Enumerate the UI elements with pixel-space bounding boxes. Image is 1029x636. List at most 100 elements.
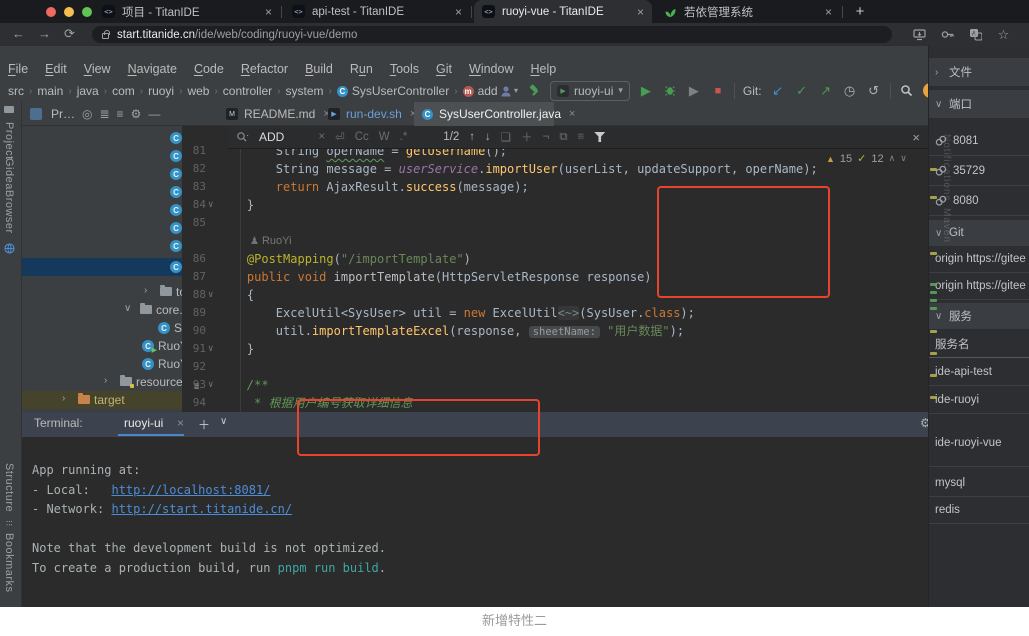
coverage-icon[interactable]: ▶ [686,82,702,100]
tab-close-icon[interactable]: × [825,5,832,19]
tree-row[interactable]: CS [22,147,182,165]
code-line[interactable]: 89 ExcelUtil<SysUser> util = new ExcelUt… [182,304,928,322]
breadcrumb-item[interactable]: ruoyi [148,84,174,98]
fold-marker-icon[interactable]: ∨ [208,286,213,304]
git-history-icon[interactable]: ◷ [842,82,858,100]
settings-gear-icon[interactable]: ⚙ [131,107,142,121]
code-line[interactable]: 92 [182,358,928,376]
find-bar[interactable]: ADD×⏎CcW.*1/2↑↓❏＋¬⧉≡× [228,126,928,149]
tool-window-button-structure[interactable]: Structure⁝⁝ [3,463,15,529]
maximize-window-icon[interactable] [82,7,92,17]
service-item[interactable]: redis [929,497,1029,524]
inspections-widget[interactable]: ▲15✓12∧∨ [826,152,907,165]
code-line[interactable]: 91∨ } [182,340,928,358]
git-remote-item[interactable]: origin https://gitee [929,273,1029,300]
menu-item-help[interactable]: Help [530,62,556,76]
breadcrumb-item[interactable]: src [8,84,24,98]
tree-row[interactable]: ∨core.co [22,301,182,319]
forward-icon[interactable]: → [38,26,51,41]
browser-tab[interactable]: 若依管理系统× [656,0,840,23]
warning-count[interactable]: 15 [840,153,852,165]
terminal-tab[interactable]: ruoyi-ui [124,416,163,430]
editor-tab-run-dev-sh[interactable]: ▶run-dev.sh× [320,102,412,126]
fold-marker-icon[interactable]: ∨ [208,376,213,394]
code-line[interactable]: 93∨≣ /** [182,376,928,394]
new-tab-button[interactable]: + [851,2,869,20]
tree-row[interactable]: CS [22,129,182,147]
tool-window-button-project[interactable]: Project [3,106,15,160]
new-terminal-icon[interactable]: ＋ [198,416,210,433]
add-occurrence-icon[interactable]: ＋ [521,129,533,145]
tree-row[interactable]: CSwa [22,319,182,337]
address-bar[interactable]: start.titanide.cn /ide/web/coding/ruoyi-… [92,26,892,43]
next-match-icon[interactable]: ↓ [485,131,491,143]
tool-window-button-bookmarks[interactable]: Bookmarks [3,533,15,597]
typo-count[interactable]: 12 [871,153,883,165]
search-query[interactable]: ADD [259,130,284,144]
bookmark-star-icon[interactable]: ☆ [996,27,1011,42]
tree-row[interactable]: CS [22,201,182,219]
menu-item-run[interactable]: Run [350,62,373,76]
breadcrumb-item[interactable]: main [37,84,63,98]
next-error-icon[interactable]: ∨ [900,153,907,164]
tool-window-button-gideabrowser[interactable]: GideaBrowser [3,158,15,262]
breadcrumb-item[interactable]: CSysUserController [337,84,449,98]
tree-row[interactable]: CS [22,237,182,255]
minimize-window-icon[interactable] [64,7,74,17]
git-rollback-icon[interactable]: ↺ [866,82,882,100]
git-remote-item[interactable]: origin https://gitee [929,246,1029,273]
debug-icon[interactable] [662,82,678,100]
tree-row[interactable]: ›too [22,283,182,301]
mac-window-controls[interactable] [46,7,92,17]
close-find-bar-icon[interactable]: × [912,130,920,145]
tree-row[interactable]: CS [22,165,182,183]
menu-item-tools[interactable]: Tools [390,62,419,76]
breadcrumb-item[interactable]: controller [223,84,272,98]
prev-error-icon[interactable]: ∧ [889,153,896,164]
tab-close-icon[interactable]: × [637,5,644,19]
tab-close-icon[interactable]: × [265,5,272,19]
open-in-find-window-icon[interactable]: ❏ [501,130,511,144]
breadcrumb-item[interactable]: system [286,84,324,98]
tab-close-icon[interactable]: × [569,108,575,120]
terminal-link[interactable]: http://start.titanide.cn/ [111,502,292,516]
tree-row[interactable]: CS [22,183,182,201]
back-icon[interactable]: ← [12,26,25,41]
breadcrumb-item[interactable]: web [187,84,209,98]
service-item[interactable]: ide-api-test [929,358,1029,386]
browser-tab[interactable]: <>项目 - TitanIDE× [94,0,280,23]
menu-item-navigate[interactable]: Navigate [128,62,177,76]
panel-section-端口[interactable]: ∨端口 [929,90,1029,118]
code-line[interactable]: 90 util.importTemplateExcel(response, sh… [182,322,928,340]
menu-item-git[interactable]: Git [436,62,452,76]
menu-item-code[interactable]: Code [194,62,224,76]
browser-tab[interactable]: <>ruoyi-vue - TitanIDE× [474,0,652,23]
previous-match-icon[interactable]: ↑ [469,131,475,143]
reload-icon[interactable]: ⟳ [64,26,75,42]
git-push-icon[interactable]: ↗ [818,82,834,100]
breadcrumb-item[interactable]: com [112,84,135,98]
tree-row[interactable]: ›resources [22,373,182,391]
exclude-occurrence-icon[interactable]: ¬ [543,131,550,143]
menu-item-view[interactable]: View [84,62,111,76]
locate-file-icon[interactable]: ◎ [82,107,92,121]
filter-icon[interactable] [594,132,605,142]
breadcrumb-item[interactable]: java [77,84,99,98]
terminal-link[interactable]: http://localhost:8081/ [111,483,270,497]
regex-toggle[interactable]: .* [400,131,408,143]
collapse-all-icon[interactable]: ≡ [117,107,124,121]
search-everywhere-icon[interactable] [899,82,915,100]
service-item[interactable]: ide-ruoyi-vue [929,420,1029,467]
run-config-select[interactable]: ▶ruoyi-ui▾ [550,81,630,101]
clear-search-icon[interactable]: × [318,131,325,143]
code-line[interactable]: 82 String message = userService.importUs… [182,160,928,178]
hide-panel-icon[interactable]: — [148,107,160,121]
terminal-dropdown-icon[interactable]: ∨ [220,416,227,427]
service-item[interactable]: ide-ruoyi [929,386,1029,414]
code-line[interactable]: 94 * 根据用户编号获取详细信息 [182,394,928,412]
tab-close-icon[interactable]: × [177,416,184,430]
words-toggle[interactable]: W [379,131,390,143]
browser-tab[interactable]: <>api-test - TitanIDE× [284,0,470,23]
run-icon[interactable]: ▶ [638,82,654,100]
close-window-icon[interactable] [46,7,56,17]
